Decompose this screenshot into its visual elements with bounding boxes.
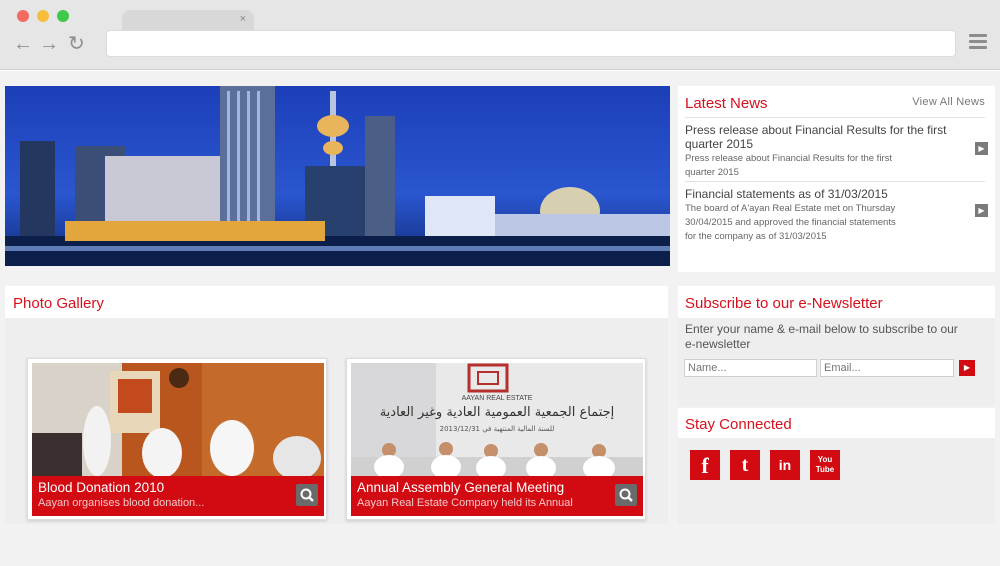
news-item-description: Press release about Financial Results fo…: [685, 153, 892, 178]
news-item-title[interactable]: Press release about Financial Results fo…: [685, 123, 955, 151]
newsletter-instructions: Enter your name & e-mail below to subscr…: [685, 322, 958, 351]
gallery-item-description: Aayan Real Estate Company held its Annua…: [357, 497, 573, 509]
browser-tab[interactable]: ×: [122, 10, 254, 32]
close-window-button[interactable]: [17, 10, 29, 22]
gallery-item-title[interactable]: Annual Assembly General Meeting: [357, 479, 637, 496]
tab-close-icon[interactable]: ×: [240, 12, 246, 26]
address-bar[interactable]: [106, 30, 956, 57]
latest-news-title: Latest News: [685, 95, 768, 112]
stay-connected-title: Stay Connected: [685, 416, 792, 433]
social-links: f t in You Tube: [678, 438, 995, 524]
gallery-item-title[interactable]: Blood Donation 2010: [38, 479, 318, 496]
news-arrow-icon[interactable]: ▶: [975, 204, 988, 217]
linkedin-icon[interactable]: in: [770, 450, 800, 480]
minimize-window-button[interactable]: [37, 10, 49, 22]
gallery-caption: Annual Assembly General Meeting Aayan Re…: [351, 476, 643, 516]
gallery-card[interactable]: Blood Donation 2010 Aayan organises bloo…: [27, 358, 327, 520]
photo-gallery-panel: Photo Gallery Blood Donation 2010 Aayan …: [5, 286, 668, 524]
newsletter-title: Subscribe to our e-Newsletter: [685, 295, 883, 312]
news-item[interactable]: Financial statements as of 31/03/2015 Th…: [685, 181, 988, 243]
news-item-title[interactable]: Financial statements as of 31/03/2015: [685, 187, 955, 201]
magnifier-icon[interactable]: [296, 484, 318, 506]
email-input[interactable]: [820, 359, 954, 377]
news-item-description: The board of A'ayan Real Estate met on T…: [685, 203, 896, 242]
blood-donation-photo[interactable]: [32, 363, 324, 476]
photo-gallery-title: Photo Gallery: [13, 295, 104, 312]
gallery-caption: Blood Donation 2010 Aayan organises bloo…: [32, 476, 324, 516]
stay-connected-panel: Stay Connected f t in You Tube: [678, 408, 995, 524]
view-all-news-link[interactable]: View All News: [912, 96, 985, 108]
banner-brand-text: AAYAN REAL ESTATE: [461, 395, 533, 402]
youtube-icon[interactable]: You Tube: [810, 450, 840, 480]
facebook-icon[interactable]: f: [690, 450, 720, 480]
annual-assembly-photo[interactable]: AAYAN REAL ESTATE إجتماع الجمعية العمومي…: [351, 363, 643, 476]
gallery-card[interactable]: AAYAN REAL ESTATE إجتماع الجمعية العمومي…: [346, 358, 646, 520]
maximize-window-button[interactable]: [57, 10, 69, 22]
latest-news-panel: Latest News View All News Press release …: [678, 86, 995, 272]
newsletter-panel: Subscribe to our e-Newsletter Enter your…: [678, 286, 995, 406]
back-arrow-icon[interactable]: ←: [13, 33, 33, 55]
hero-city-image: [5, 86, 670, 266]
banner-arabic-title: إجتماع الجمعية العمومية العادية وغير الع…: [379, 405, 615, 420]
gallery-item-description: Aayan organises blood donation...: [38, 497, 205, 509]
reload-icon[interactable]: ↻: [68, 33, 85, 55]
forward-arrow-icon[interactable]: →: [39, 33, 59, 55]
hamburger-menu-icon[interactable]: [969, 34, 987, 50]
news-item[interactable]: Press release about Financial Results fo…: [685, 117, 988, 181]
magnifier-icon[interactable]: [615, 484, 637, 506]
name-input[interactable]: [684, 359, 817, 377]
twitter-icon[interactable]: t: [730, 450, 760, 480]
browser-chrome: × ← → ↻: [0, 0, 1000, 70]
newsletter-body: Enter your name & e-mail below to subscr…: [678, 318, 995, 406]
news-arrow-icon[interactable]: ▶: [975, 142, 988, 155]
subscribe-submit-button[interactable]: ▶: [959, 360, 975, 376]
banner-arabic-subtitle: للسنة المالية المنتهية في 2013/12/31: [439, 425, 555, 433]
